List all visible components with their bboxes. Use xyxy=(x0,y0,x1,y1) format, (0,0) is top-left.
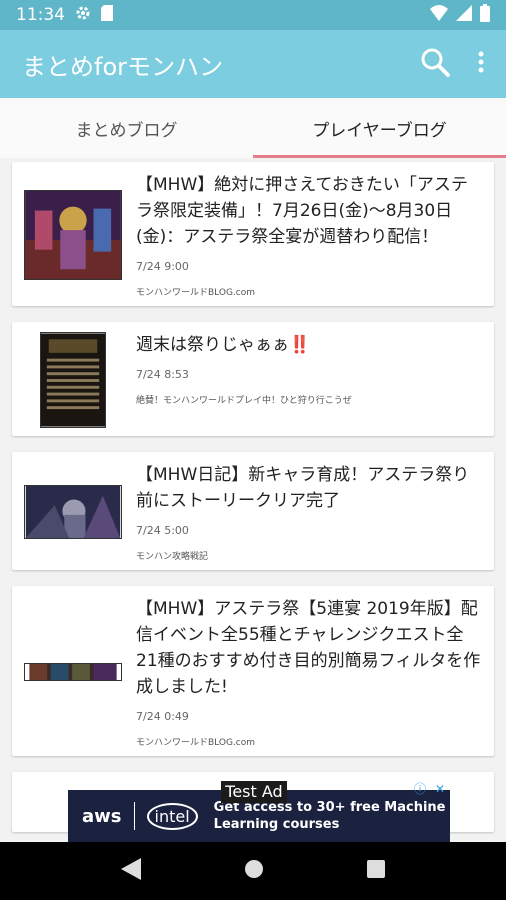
post-card[interactable]: 【MHW日記】新キャラ育成！アステラ祭り前にストーリークリア完了 7/24 5:… xyxy=(12,452,494,570)
tab-label: プレイヤーブログ xyxy=(312,120,447,141)
post-thumbnail xyxy=(22,462,124,562)
back-icon[interactable] xyxy=(121,858,142,884)
post-thumbnail xyxy=(22,332,124,428)
post-thumbnail xyxy=(22,172,124,298)
post-list[interactable]: 【MHW】絶対に押さえておきたい「アステラ祭限定装備」！7月26日(金)〜8月3… xyxy=(0,158,506,842)
ad-divider xyxy=(133,802,135,830)
ad-choices[interactable]: ⓘ ✕ xyxy=(412,781,448,797)
post-source: モンハンワールドBLOG.com xyxy=(136,738,256,748)
system-nav-bar xyxy=(0,842,506,900)
app-title: まとめforモンハン xyxy=(22,52,223,81)
intel-logo: intel xyxy=(146,802,198,830)
wifi-icon xyxy=(430,4,448,26)
tab-player-blog[interactable]: プレイヤーブログ xyxy=(253,98,506,158)
ad-text: Get access to 30+ free Machine Learning … xyxy=(214,799,446,833)
ad-text-line2: Learning courses xyxy=(213,817,340,832)
post-title: 【MHW】アステラ祭【5連宴 2019年版】配信イベント全55種とチャレンジクエ… xyxy=(136,599,481,697)
ad-info-icon[interactable]: ⓘ xyxy=(412,781,428,797)
post-card[interactable]: 【MHW】絶対に押さえておきたい「アステラ祭限定装備」！7月26日(金)〜8月3… xyxy=(12,162,494,306)
tab-label: まとめブログ xyxy=(75,120,178,141)
post-title: 週末は祭りじゃぁぁ‼️ xyxy=(136,335,311,355)
status-bar: 11:34 xyxy=(0,0,506,30)
settings-icon xyxy=(75,5,91,26)
search-icon[interactable] xyxy=(420,47,450,81)
post-time: 7/24 5:00 xyxy=(136,524,189,537)
post-title: 【MHW】絶対に押さえておきたい「アステラ祭限定装備」！7月26日(金)〜8月3… xyxy=(136,175,468,247)
post-time: 7/24 0:49 xyxy=(136,710,189,723)
tab-matome-blog[interactable]: まとめブログ xyxy=(0,98,253,158)
post-card[interactable]: 【MHW】アステラ祭【5連宴 2019年版】配信イベント全55種とチャレンジクエ… xyxy=(12,586,494,756)
recents-icon[interactable] xyxy=(366,860,385,882)
post-source: モンハン攻略戦記 xyxy=(136,552,209,562)
post-title: 【MHW日記】新キャラ育成！アステラ祭り前にストーリークリア完了 xyxy=(136,465,470,511)
tab-bar: まとめブログ プレイヤーブログ xyxy=(0,98,506,158)
more-vert-icon[interactable] xyxy=(478,51,484,77)
home-icon[interactable] xyxy=(244,859,264,883)
status-time: 11:34 xyxy=(16,5,65,25)
post-source: モンハンワールドBLOG.com xyxy=(136,288,256,298)
post-thumbnail xyxy=(22,596,124,748)
battery-icon xyxy=(480,3,490,27)
post-time: 7/24 9:00 xyxy=(136,260,189,273)
signal-icon xyxy=(456,4,472,26)
sd-card-icon xyxy=(101,4,113,26)
app-bar: まとめforモンハン xyxy=(0,30,506,98)
aws-logo: aws xyxy=(82,805,122,827)
post-time: 7/24 8:53 xyxy=(136,368,189,381)
ad-label: Test Ad xyxy=(221,781,287,803)
ad-close-icon[interactable]: ✕ xyxy=(432,781,448,797)
post-card[interactable]: 週末は祭りじゃぁぁ‼️ 7/24 8:53 絶賛！モンハンワールドプレイ中！ひと… xyxy=(12,322,494,436)
post-source: 絶賛！モンハンワールドプレイ中！ひと狩り行こうぜ xyxy=(136,396,352,406)
